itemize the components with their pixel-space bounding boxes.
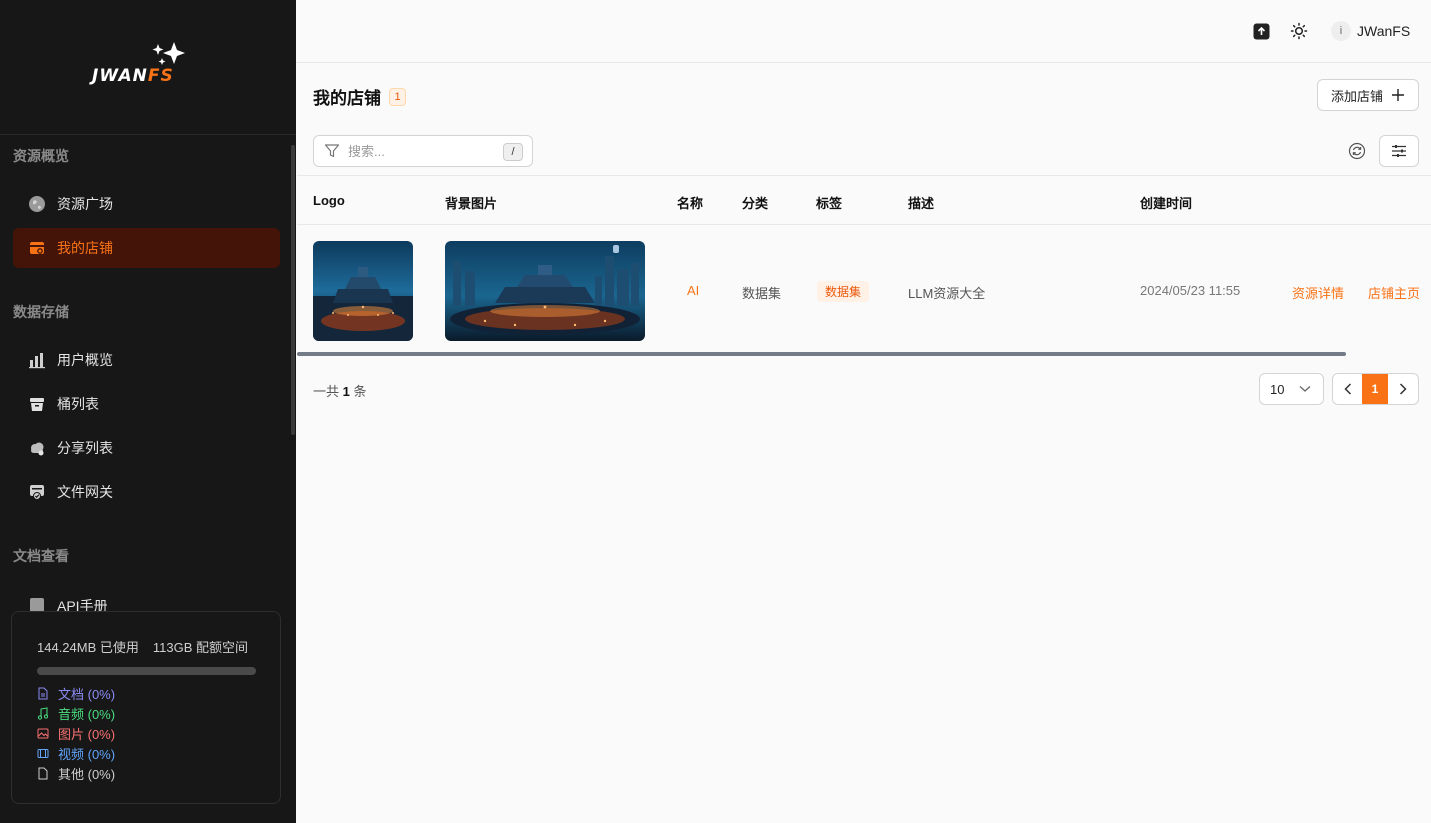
bucket-icon xyxy=(28,395,46,413)
storage-category-image: 图片 (0%) xyxy=(37,723,255,743)
sidebar-item-label: 桶列表 xyxy=(57,396,99,412)
video-icon xyxy=(37,748,49,758)
column-header: 背景图片 xyxy=(445,196,498,211)
document-icon xyxy=(38,687,48,699)
search-shortcut-key: / xyxy=(503,143,523,161)
group-title-docs: 文档查看 xyxy=(13,548,69,564)
column-header: 描述 xyxy=(908,196,935,211)
page-title: 我的店铺 1 xyxy=(313,84,406,109)
top-bar: i JWanFS xyxy=(296,0,1431,63)
bar-chart-icon xyxy=(28,351,46,369)
sidebar-item-label: API手册 xyxy=(57,598,108,612)
storage-category-other: 其他 (0%) xyxy=(37,763,255,783)
resource-detail-link[interactable]: 资源详情 xyxy=(1292,283,1344,302)
search-input[interactable] xyxy=(348,143,488,159)
table-header: Logo 背景图片 名称 分类 标签 描述 创建时间 xyxy=(297,175,1431,225)
column-settings-button[interactable] xyxy=(1379,135,1419,167)
store-icon xyxy=(28,239,46,257)
sidebar-item-api-manual[interactable]: API手册 xyxy=(13,596,280,612)
sidebar-item-label: 资源广场 xyxy=(57,196,113,212)
gateway-icon xyxy=(28,483,46,501)
globe-icon xyxy=(28,195,46,213)
store-background-image xyxy=(445,241,645,341)
sidebar-item-user-overview[interactable]: 用户概览 xyxy=(13,340,280,380)
sidebar-item-file-gateway[interactable]: 文件网关 xyxy=(13,472,280,512)
image-icon xyxy=(37,728,49,738)
search-box[interactable]: / xyxy=(313,135,533,167)
plus-icon xyxy=(1392,89,1404,101)
sidebar-item-share-list[interactable]: 分享列表 xyxy=(13,428,280,468)
file-icon xyxy=(38,767,48,779)
refresh-icon xyxy=(1348,142,1366,160)
store-home-link[interactable]: 店铺主页 xyxy=(1368,283,1420,302)
storage-progress-bar xyxy=(37,667,256,675)
column-header: 分类 xyxy=(742,196,769,211)
storage-quota: 113GB 配额空间 xyxy=(152,640,248,655)
sidebar-item-label: 分享列表 xyxy=(57,440,113,456)
table-row: AI 数据集 数据集 LLM资源大全 2024/05/23 11:55 资源详情… xyxy=(297,225,1431,355)
store-category: 数据集 xyxy=(742,286,782,301)
total-count: 一共 1 条 xyxy=(313,384,367,399)
user-menu[interactable]: i JWanFS xyxy=(1331,21,1410,41)
sidebar-item-label: 文件网关 xyxy=(57,484,113,500)
username: JWanFS xyxy=(1357,23,1411,39)
next-page-button[interactable] xyxy=(1388,374,1417,404)
page-size-select[interactable]: 10 xyxy=(1259,373,1324,405)
sliders-icon xyxy=(1392,145,1406,157)
storage-category-video: 视频 (0%) xyxy=(37,743,255,763)
storage-category-audio: 音频 (0%) xyxy=(37,703,255,723)
column-header: 名称 xyxy=(677,196,704,211)
column-header: Logo xyxy=(313,193,345,208)
store-description: LLM资源大全 xyxy=(908,286,986,301)
api-book-icon xyxy=(28,596,46,612)
sidebar: JWANFS 资源概览 资源广场 我的店铺 数据存储 用户概览 桶列表 分享列表… xyxy=(0,0,296,823)
page-number-button[interactable]: 1 xyxy=(1362,374,1388,404)
store-tag: 数据集 xyxy=(817,281,870,302)
store-table: Logo 背景图片 名称 分类 标签 描述 创建时间 AI 数据集 数据集 LL… xyxy=(297,175,1431,355)
logo[interactable]: JWANFS xyxy=(0,0,296,135)
sidebar-item-resource-square[interactable]: 资源广场 xyxy=(13,184,280,224)
storage-used: 144.24MB 已使用 xyxy=(37,640,139,655)
avatar: i xyxy=(1331,21,1351,41)
cloud-share-icon xyxy=(28,439,46,457)
store-name-link[interactable]: AI xyxy=(687,283,699,298)
add-store-button[interactable]: 添加店铺 xyxy=(1317,79,1419,111)
count-badge: 1 xyxy=(389,87,406,106)
sidebar-item-label: 我的店铺 xyxy=(57,240,113,256)
music-icon xyxy=(37,706,49,720)
sidebar-item-bucket-list[interactable]: 桶列表 xyxy=(13,384,280,424)
storage-category-document: 文档 (0%) xyxy=(37,683,255,703)
refresh-button[interactable] xyxy=(1346,140,1368,162)
table-horizontal-scrollbar[interactable] xyxy=(297,352,1346,356)
chevron-down-icon xyxy=(1299,386,1311,392)
column-header: 创建时间 xyxy=(1140,196,1193,211)
prev-page-button[interactable] xyxy=(1333,374,1362,404)
filter-icon xyxy=(324,144,340,158)
logo-text: JWANFS xyxy=(92,66,174,86)
chevron-left-icon xyxy=(1343,383,1351,395)
theme-toggle-sun-icon[interactable] xyxy=(1290,22,1308,40)
sidebar-item-my-store[interactable]: 我的店铺 xyxy=(13,228,280,268)
store-logo-image xyxy=(313,241,413,341)
chevron-right-icon xyxy=(1399,383,1407,395)
store-created-time: 2024/05/23 11:55 xyxy=(1140,283,1241,298)
group-title-overview: 资源概览 xyxy=(13,148,69,164)
group-title-storage: 数据存储 xyxy=(13,304,69,320)
sidebar-scrollbar[interactable] xyxy=(291,145,295,435)
storage-card: 144.24MB 已使用 113GB 配额空间 文档 (0%) 音频 (0%) … xyxy=(11,611,281,804)
sidebar-item-label: 用户概览 xyxy=(57,352,113,368)
pagination: 1 xyxy=(1332,373,1419,405)
column-header: 标签 xyxy=(816,196,843,211)
storage-usage: 144.24MB 已使用 113GB 配额空间 xyxy=(37,637,255,656)
upload-icon[interactable] xyxy=(1252,22,1270,40)
